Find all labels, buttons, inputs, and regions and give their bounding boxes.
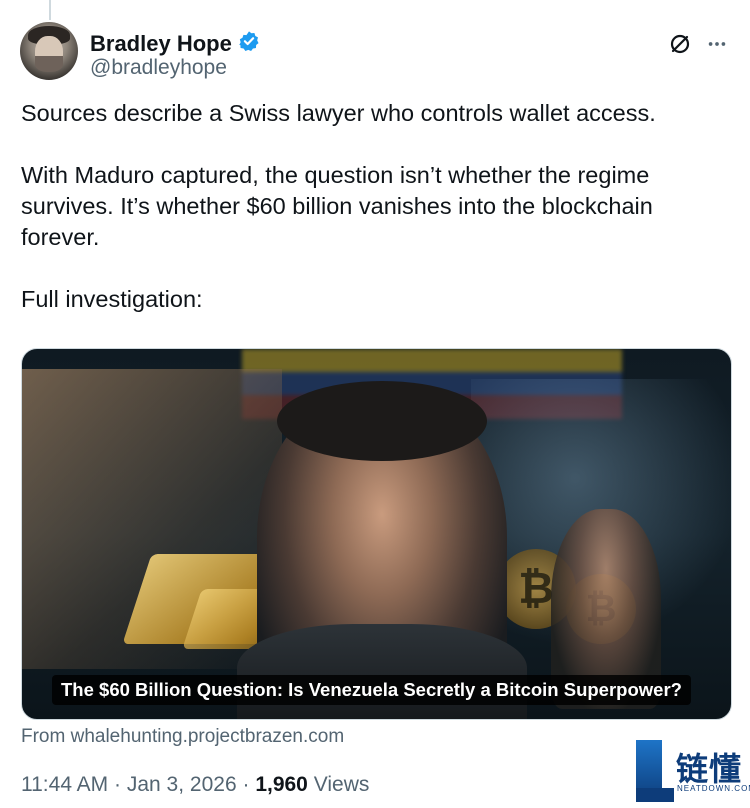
portrait-main-graphic xyxy=(237,381,527,719)
author-name[interactable]: Bradley Hope xyxy=(90,31,232,57)
views-count: 1,960 xyxy=(255,773,308,796)
tweet-date[interactable]: Jan 3, 2026 xyxy=(127,773,237,796)
views-label: Views xyxy=(313,773,370,796)
portrait-suit xyxy=(237,624,527,719)
watermark-site-text: NEATDOWN.COM xyxy=(677,784,750,793)
watermark-l-foot xyxy=(662,788,674,802)
author-name-row[interactable]: Bradley Hope xyxy=(90,30,260,57)
watermark-l-shape xyxy=(636,740,662,802)
avatar[interactable] xyxy=(20,22,78,80)
tweet-paragraph: Full investigation: xyxy=(21,286,203,312)
meta-separator: · xyxy=(114,773,122,796)
thread-connector-line xyxy=(49,0,51,20)
card-source-link[interactable]: From whalehunting.projectbrazen.com xyxy=(21,726,344,748)
tweet-actions xyxy=(668,32,728,56)
slash-circle-icon[interactable] xyxy=(668,32,692,56)
watermark-logo: 链懂 NEATDOWN.COM xyxy=(636,740,750,806)
tweet-meta: 11:44 AM · Jan 3, 2026 · 1,960 Views xyxy=(21,773,369,797)
tweet-text: Sources describe a Swiss lawyer who cont… xyxy=(21,98,721,315)
tweet-time[interactable]: 11:44 AM xyxy=(21,773,108,796)
link-card-image[interactable]: ₿ ₿ The $60 Billion Question: Is Venezue… xyxy=(21,348,732,720)
tweet-paragraph: With Maduro captured, the question isn’t… xyxy=(21,162,660,250)
author-handle[interactable]: @bradleyhope xyxy=(90,56,227,80)
tweet-paragraph: Sources describe a Swiss lawyer who cont… xyxy=(21,100,656,126)
avatar-beard xyxy=(35,56,63,72)
meta-separator: · xyxy=(242,773,250,796)
verified-badge-icon xyxy=(238,30,260,57)
more-dots-icon[interactable] xyxy=(706,33,728,55)
portrait-hair xyxy=(277,381,487,461)
card-title[interactable]: The $60 Billion Question: Is Venezuela S… xyxy=(52,675,691,705)
